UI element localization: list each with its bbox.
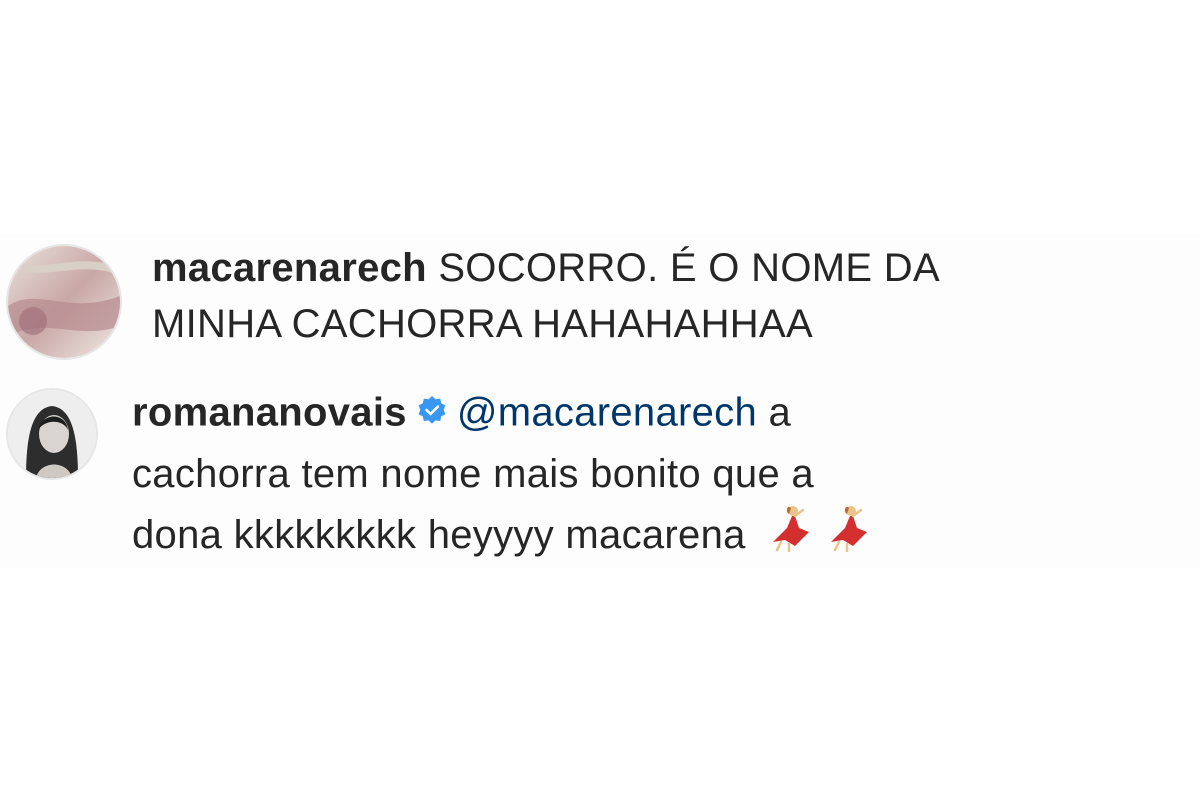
dancer-emoji-icon — [823, 502, 873, 567]
comment-text: macarenarech SOCORRO. É O NOME DA MINHA … — [152, 240, 940, 352]
comment-text: romananovais @macarenarech a cachorra tem… — [132, 384, 873, 573]
comment-body-line: MINHA CACHORRA HAHAHAHHAA — [152, 302, 813, 346]
mention-link[interactable]: @macarenarech — [457, 391, 757, 435]
avatar[interactable] — [6, 244, 122, 360]
page: macarenarech SOCORRO. É O NOME DA MINHA … — [0, 0, 1200, 800]
comment-body-line: dona kkkkkkkkk heyyyy macarena — [132, 513, 746, 558]
comment-username[interactable]: romananovais — [132, 391, 407, 435]
dancer-emoji-icon — [765, 502, 815, 567]
comment-username[interactable]: macarenarech — [152, 246, 427, 290]
comment-body-line: a — [768, 390, 791, 435]
comment-body-line: cachorra tem nome mais bonito que a — [132, 452, 814, 496]
comment-thread: macarenarech SOCORRO. É O NOME DA MINHA … — [0, 234, 1200, 568]
avatar-image — [8, 390, 96, 478]
avatar-image — [8, 246, 120, 358]
avatar[interactable] — [6, 388, 98, 480]
comment-body-line: SOCORRO. É O NOME DA — [438, 246, 940, 290]
verified-badge-icon — [417, 384, 447, 440]
